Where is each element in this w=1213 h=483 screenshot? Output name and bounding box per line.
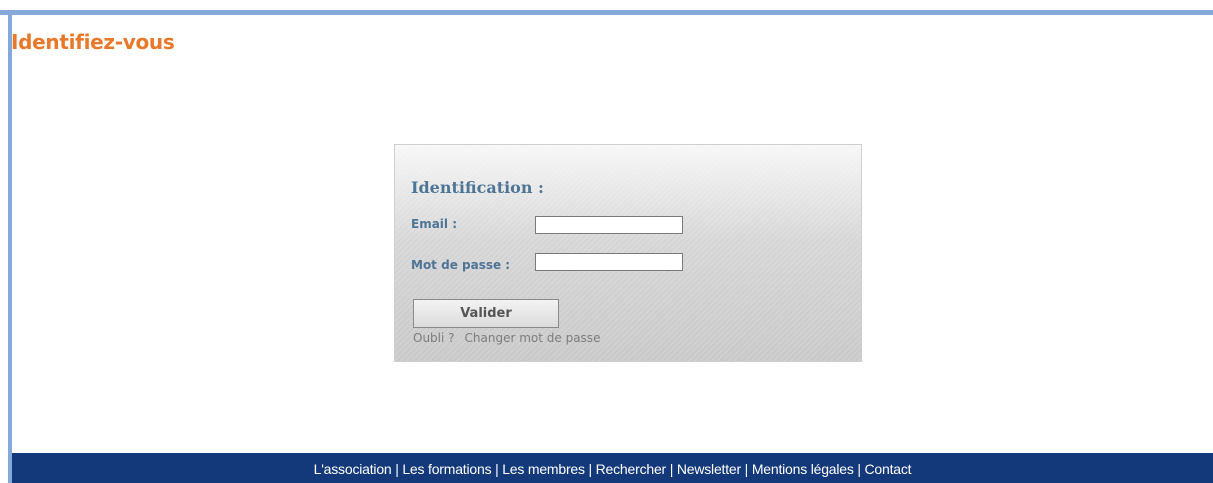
footer-separator: | [853, 461, 865, 477]
submit-button[interactable]: Valider [413, 299, 559, 328]
footer-separator: | [391, 461, 403, 477]
footer-separator: | [584, 461, 596, 477]
forgot-password-link[interactable]: Oubli ? [413, 331, 455, 345]
footer-link-association[interactable]: L'association [314, 461, 392, 477]
footer-link-rechercher[interactable]: Rechercher [596, 461, 667, 477]
page: Identifiez-vous Identification : Email :… [0, 0, 1213, 483]
login-box: Identification : Email : Mot de passe : … [394, 144, 862, 362]
footer-separator: | [740, 461, 752, 477]
footer-separator: | [491, 461, 503, 477]
footer-link-mentions-legales[interactable]: Mentions légales [752, 461, 854, 477]
login-heading: Identification : [411, 178, 544, 197]
top-border [0, 10, 1213, 15]
footer-link-membres[interactable]: Les membres [502, 461, 585, 477]
left-border [8, 10, 12, 483]
password-label: Mot de passe : [411, 258, 511, 272]
footer-separator: | [666, 461, 677, 477]
account-links: Oubli ? Changer mot de passe [413, 331, 600, 345]
email-field[interactable] [535, 216, 683, 234]
change-password-link[interactable]: Changer mot de passe [465, 331, 601, 345]
footer-link-formations[interactable]: Les formations [402, 461, 491, 477]
footer-link-newsletter[interactable]: Newsletter [677, 461, 741, 477]
password-field[interactable] [535, 253, 683, 271]
footer-nav: L'association | Les formations | Les mem… [12, 453, 1213, 483]
email-label: Email : [411, 217, 458, 231]
footer-link-contact[interactable]: Contact [865, 461, 912, 477]
page-title: Identifiez-vous [11, 30, 175, 54]
